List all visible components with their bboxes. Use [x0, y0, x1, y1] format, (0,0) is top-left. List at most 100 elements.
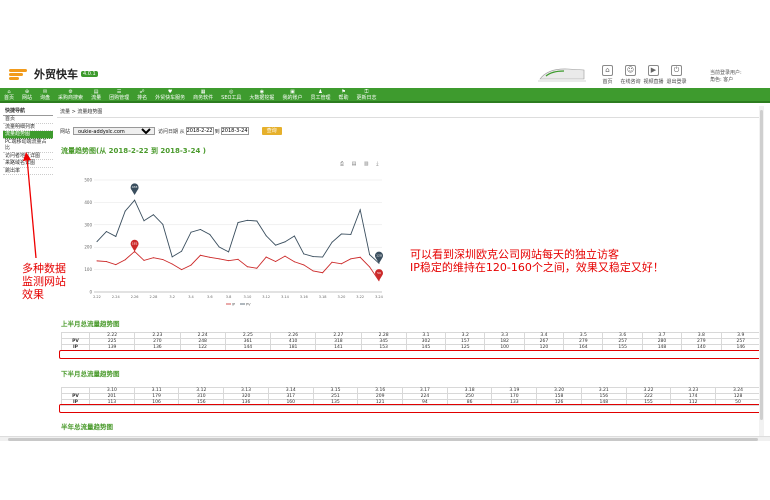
data-point-ip: [256, 267, 258, 269]
video-link[interactable]: ▶ 视频直播: [642, 65, 665, 85]
y-tick-label: 0: [89, 290, 92, 295]
site-select[interactable]: oukie-addyslc.com: [73, 127, 156, 135]
red-annotation: 可以看到深圳欧克公司网站每天的独立访客 IP稳定的维持在120-160个之间，效…: [410, 248, 664, 274]
nav-label: 团购管理: [109, 95, 130, 101]
chart-toolbox[interactable]: ⎙ ▤ ▥ ⤓: [340, 161, 381, 167]
y-tick-label: 200: [84, 245, 92, 250]
nav-label: 外贸快车服务: [155, 95, 186, 101]
data-point-pv: [115, 235, 117, 237]
vertical-scroll-thumb[interactable]: [760, 110, 763, 420]
data-point-pv: [181, 250, 183, 252]
data-point-pv: [218, 246, 220, 248]
nav-label: 首页: [4, 95, 15, 101]
data-point-ip: [209, 256, 211, 258]
nav-item[interactable]: ♟ 员工管理: [306, 88, 334, 101]
nav-item[interactable]: ⌂ 首页: [0, 88, 18, 101]
nav-label: SEO工具: [221, 95, 242, 101]
query-button[interactable]: 查询: [261, 127, 282, 135]
series-line-ip: [96, 250, 380, 282]
legend-label[interactable]: PV: [246, 303, 251, 307]
vertical-scrollbar[interactable]: [759, 106, 764, 436]
data-point-pv: [246, 219, 248, 221]
ip-row-highlight: [59, 350, 764, 359]
version-badge: 4.0.1: [81, 71, 98, 77]
data-point-pv: [237, 222, 239, 224]
sidebar-item[interactable]: 首页: [3, 116, 53, 124]
nav-item[interactable]: ▦ 商务软件: [189, 88, 217, 101]
data-point-ip: [143, 259, 145, 261]
breadcrumb: 流量 > 流量趋势图: [57, 106, 764, 118]
data-point-pv: [134, 199, 136, 201]
data-point-ip: [181, 269, 183, 271]
nav-label: 大数据挖掘: [249, 95, 275, 101]
nav-item[interactable]: ♥ 外贸快车服务: [151, 88, 189, 101]
data-point-ip: [284, 255, 286, 257]
side-annotation-line: 效果: [22, 288, 44, 301]
data-point-ip: [246, 266, 248, 268]
nav-item[interactable]: ☍ 排名: [133, 88, 151, 101]
x-tick-label: 2.22: [93, 295, 101, 299]
nav-label: 更新日志: [356, 95, 377, 101]
horizontal-scroll-thumb[interactable]: [8, 438, 758, 441]
data-point-pv: [312, 256, 314, 258]
nav-label: 采购商搜索: [58, 95, 84, 101]
nav-item[interactable]: ⚑ 帮助: [334, 88, 352, 101]
x-tick-label: 2.24: [112, 295, 121, 299]
x-tick-label: 3.2: [169, 295, 175, 299]
nav-item[interactable]: ☰ 团购管理: [105, 88, 133, 101]
nav-item[interactable]: ⚙ 采购商搜索: [54, 88, 87, 101]
nav-item[interactable]: ◎ SEO工具: [217, 88, 245, 101]
data-point-pv: [331, 241, 333, 243]
x-tick-label: 3.14: [281, 295, 290, 299]
x-tick-label: 3.8: [226, 295, 232, 299]
data-point-pv: [359, 209, 361, 211]
header-link-label: 视频直播: [643, 79, 664, 85]
y-tick-label: 400: [84, 200, 92, 205]
brand-logo[interactable]: 外贸快车 4.0.1: [9, 66, 98, 82]
nav-item[interactable]: ◉ 大数据挖掘: [245, 88, 278, 101]
nav-item[interactable]: ▣ 我的账户: [278, 88, 306, 101]
chart-title: 流量趋势图(从 2018-2-22 到 2018-3-24 ): [61, 147, 206, 155]
header-link-label: 首页: [602, 79, 613, 85]
nav-label: 帮助: [338, 95, 349, 101]
data-point-pv: [350, 233, 352, 235]
nav-label: 商务软件: [193, 95, 214, 101]
data-point-pv: [96, 241, 98, 243]
sidebar-item[interactable]: 流量明细列表: [3, 124, 53, 131]
home-link[interactable]: ⌂ 首页: [596, 65, 619, 85]
nav-item[interactable]: ✉ 询盘: [36, 88, 54, 101]
nav-item[interactable]: ⊕ 网站: [18, 88, 36, 101]
data-point-pv: [340, 233, 342, 235]
data-point-ip: [115, 264, 117, 266]
x-tick-label: 3.18: [319, 295, 327, 299]
sidebar-item[interactable]: 流量趋势图: [3, 131, 53, 139]
logout-icon: ⏻: [671, 65, 682, 76]
data-point-ip: [331, 261, 333, 263]
data-point-pv: [209, 233, 211, 235]
data-point-pv: [171, 256, 173, 258]
date-from-input[interactable]: [185, 127, 214, 135]
legend-label[interactable]: IP: [232, 303, 235, 307]
data-point-pv: [143, 220, 145, 222]
video-icon: ▶: [648, 65, 659, 76]
data-point-pv: [303, 253, 305, 255]
nav-item[interactable]: ▤ 流量: [87, 88, 105, 101]
y-tick-label: 500: [84, 178, 92, 183]
qq-link[interactable]: ☺ 在线咨询: [619, 65, 642, 85]
date-to-input[interactable]: [220, 127, 249, 135]
logout-link[interactable]: ⏻ 退出登录: [665, 65, 688, 85]
x-tick-label: 3.4: [188, 295, 194, 299]
horizontal-scrollbar[interactable]: [0, 436, 770, 441]
data-point-ip: [199, 254, 201, 256]
logo-text: 外贸快车: [34, 68, 78, 81]
data-point-pv: [152, 214, 154, 216]
data-point-ip: [340, 263, 342, 265]
qq-icon: ☺: [625, 65, 636, 76]
x-tick-label: 3.24: [375, 295, 384, 299]
ip-end-marker-label: 50: [377, 271, 381, 275]
annotation-line: 可以看到深圳欧克公司网站每天的独立访客: [410, 248, 619, 261]
data-point-pv: [275, 244, 277, 246]
data-point-ip: [369, 266, 371, 268]
nav-item[interactable]: ⚿ 更新日志: [352, 88, 380, 101]
series-line-pv: [96, 199, 380, 264]
